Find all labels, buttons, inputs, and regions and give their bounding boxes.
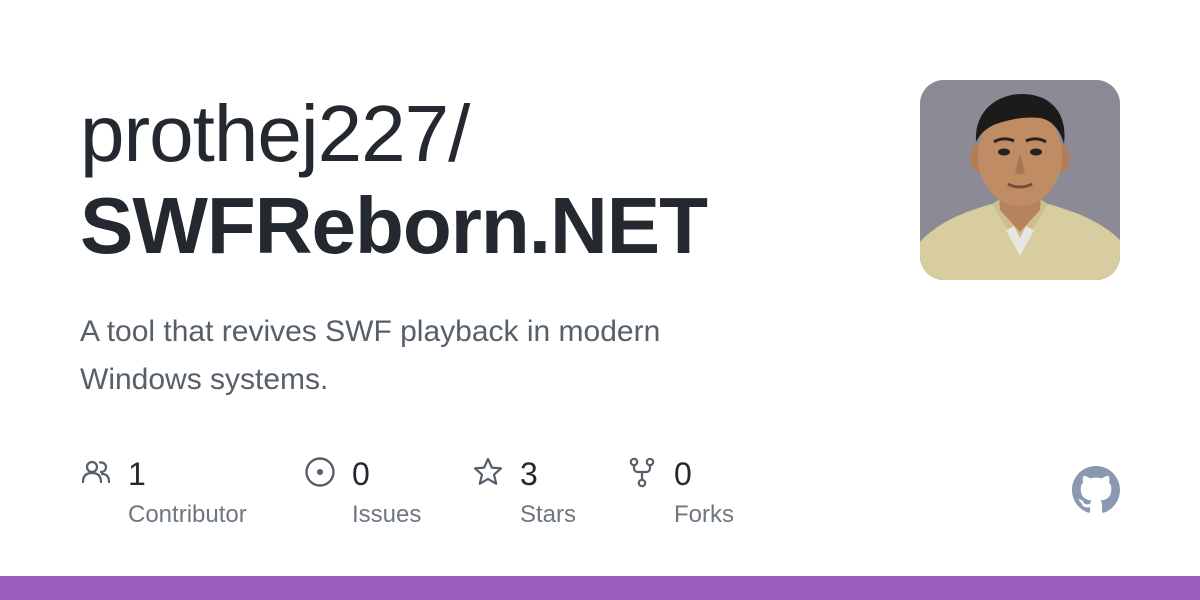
contributors-count: 1	[128, 456, 146, 492]
repo-title[interactable]: prothej227/ SWFReborn.NET	[80, 88, 880, 272]
issues-count: 0	[352, 456, 370, 492]
forks-label: Forks	[674, 501, 734, 528]
people-icon	[81, 460, 111, 484]
language-bar	[0, 576, 1200, 600]
github-logo-icon[interactable]	[1072, 466, 1120, 514]
forks-count: 0	[674, 456, 692, 492]
repo-name[interactable]: SWFReborn.NET	[80, 180, 880, 272]
owner-avatar[interactable]	[920, 80, 1120, 280]
repo-owner[interactable]: prothej227/	[80, 88, 880, 180]
issue-icon	[305, 457, 335, 487]
repo-description: A tool that revives SWF playback in mode…	[80, 315, 661, 396]
avatar-portrait	[920, 80, 1120, 280]
social-preview-card: prothej227/ SWFReborn.NET A tool that re…	[0, 0, 1200, 600]
stars-label: Stars	[520, 501, 577, 528]
stars-count: 3	[520, 456, 538, 492]
fork-icon	[629, 457, 655, 488]
contributors-label: Contributor	[128, 501, 247, 528]
issues-label: Issues	[352, 501, 422, 528]
star-icon	[473, 457, 503, 485]
